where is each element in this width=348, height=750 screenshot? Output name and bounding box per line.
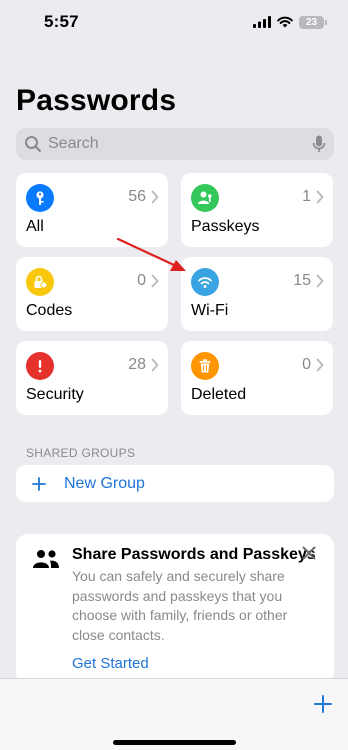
lock-clock-icon	[26, 268, 54, 296]
cellular-signal-icon	[253, 16, 271, 28]
plus-icon	[32, 476, 46, 491]
tile-codes[interactable]: 0 Codes	[16, 257, 168, 331]
share-passwords-card: Share Passwords and Passkeys You can saf…	[16, 534, 334, 684]
trash-icon	[191, 352, 219, 380]
close-icon[interactable]	[302, 546, 316, 560]
tile-wifi[interactable]: 15 Wi-Fi	[181, 257, 333, 331]
search-icon	[25, 136, 41, 152]
chevron-right-icon	[151, 358, 159, 372]
tile-label: Wi-Fi	[191, 302, 229, 319]
new-group-label: New Group	[64, 474, 145, 492]
battery-level: 23	[305, 16, 318, 28]
tile-passkeys[interactable]: 1 Passkeys	[181, 173, 333, 247]
get-started-link[interactable]: Get Started	[72, 655, 149, 672]
status-bar: 5:57 23	[0, 0, 348, 44]
status-icons: 23	[253, 15, 327, 29]
share-card-title: Share Passwords and Passkeys	[72, 546, 316, 563]
microphone-icon[interactable]	[312, 135, 326, 153]
chevron-right-icon	[316, 190, 324, 204]
exclamation-icon	[26, 352, 54, 380]
tile-count: 15	[293, 272, 311, 289]
category-grid: 56 All 1 Passkeys 0 Codes 15 Wi-Fi 28 Se…	[16, 173, 334, 415]
wifi-status-icon	[277, 16, 293, 28]
tile-label: Codes	[26, 302, 73, 319]
chevron-right-icon	[151, 274, 159, 288]
new-group-button[interactable]: New Group	[16, 465, 334, 502]
chevron-right-icon	[151, 190, 159, 204]
tile-label: All	[26, 218, 44, 235]
tile-count: 1	[302, 188, 311, 205]
search-bar[interactable]	[16, 128, 334, 160]
tile-count: 0	[137, 272, 146, 289]
tile-count: 0	[302, 356, 311, 373]
battery-icon: 23	[299, 15, 327, 29]
search-input[interactable]	[48, 135, 312, 153]
tile-count: 56	[128, 188, 146, 205]
tile-count: 28	[128, 356, 146, 373]
tile-all[interactable]: 56 All	[16, 173, 168, 247]
add-icon[interactable]	[314, 695, 332, 713]
chevron-right-icon	[316, 274, 324, 288]
tile-deleted[interactable]: 0 Deleted	[181, 341, 333, 415]
wifi-icon	[191, 268, 219, 296]
shared-groups-header: SHARED GROUPS	[26, 446, 136, 460]
tile-label: Security	[26, 386, 84, 403]
share-card-body: You can safely and securely share passwo…	[72, 568, 288, 643]
tile-label: Deleted	[191, 386, 247, 403]
status-time: 5:57	[44, 12, 79, 31]
page-title: Passwords	[16, 84, 177, 117]
chevron-right-icon	[316, 358, 324, 372]
people-icon	[33, 550, 59, 568]
tile-security[interactable]: 28 Security	[16, 341, 168, 415]
home-indicator[interactable]	[113, 740, 236, 745]
tile-label: Passkeys	[191, 218, 260, 235]
person-key-icon	[191, 184, 219, 212]
key-icon	[26, 184, 54, 212]
